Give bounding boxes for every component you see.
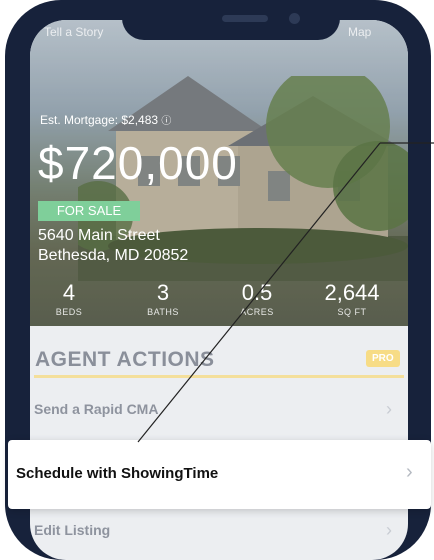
est-mortgage[interactable]: Est. Mortgage: $2,483 ⓘ — [40, 112, 171, 127]
address-line-1: 5640 Main Street — [38, 227, 160, 244]
stat-value: 4 — [62, 280, 76, 305]
section-underline — [34, 375, 404, 378]
est-mortgage-text: Est. Mortgage: $2,483 — [40, 113, 159, 127]
stat-label: ACRES — [240, 307, 274, 317]
stat-beds: 4 BEDS — [40, 280, 98, 318]
info-icon: ⓘ — [161, 116, 172, 127]
address-line-2: Bethesda, MD 20852 — [38, 247, 189, 264]
listing-price: $720,000 — [38, 137, 238, 189]
stat-label: BATHS — [147, 307, 179, 317]
listing-stats: 4 BEDS 3 BATHS 0.5 ACRES 2,644 SQ FT — [30, 282, 408, 326]
stat-label: BEDS — [55, 307, 83, 317]
stat-label: SQ FT — [337, 307, 367, 317]
pro-badge: PRO — [366, 350, 400, 367]
speaker-grille — [222, 15, 268, 22]
stat-value: 2,644 — [324, 280, 380, 305]
map-link[interactable]: Map — [348, 25, 371, 39]
stat-value: 0.5 — [241, 280, 273, 305]
chevron-right-icon: › — [386, 399, 392, 419]
stat-value: 3 — [156, 280, 170, 305]
listing-address: 5640 Main Street Bethesda, MD 20852 — [38, 226, 188, 266]
action-label: Schedule with ShowingTime — [16, 465, 219, 482]
stat-sqft: 2,644 SQ FT — [312, 280, 392, 318]
status-badge: FOR SALE — [38, 201, 140, 221]
agent-actions-title: AGENT ACTIONS — [35, 348, 215, 371]
chevron-right-icon: › — [386, 520, 392, 540]
chevron-right-icon: › — [406, 461, 413, 483]
stat-acres: 0.5 ACRES — [228, 280, 286, 318]
front-camera — [289, 13, 300, 24]
story-link[interactable]: Tell a Story — [44, 25, 103, 39]
stat-baths: 3 BATHS — [134, 280, 192, 318]
listing-hero: Tell a Story Map Est. Mortgage: $2,483 ⓘ… — [30, 20, 408, 326]
phone-notch — [122, 0, 340, 40]
action-label: Send a Rapid CMA — [34, 401, 159, 417]
action-label: Edit Listing — [34, 522, 111, 538]
schedule-showingtime-callout[interactable]: Schedule with ShowingTime › — [8, 440, 431, 509]
